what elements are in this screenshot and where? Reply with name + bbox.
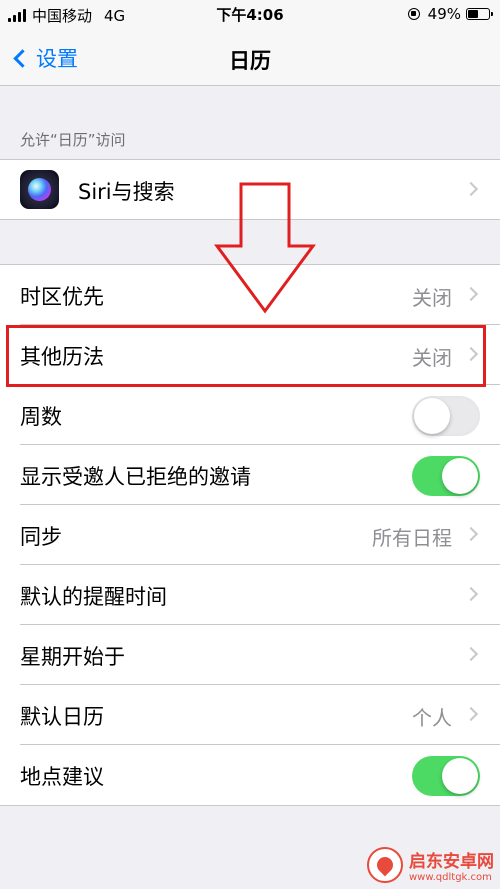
default-calendar-value: 个人	[412, 706, 452, 730]
start-week-on-row[interactable]: 星期开始于	[0, 625, 500, 685]
show-declined-row: 显示受邀人已拒绝的邀请	[0, 445, 500, 505]
battery-icon	[466, 8, 493, 20]
siri-icon	[20, 170, 59, 209]
start-week-on-label: 星期开始于	[20, 645, 125, 669]
battery-level-fill	[468, 10, 478, 18]
chevron-right-icon	[463, 706, 479, 722]
default-calendar-row[interactable]: 默认日历 个人	[0, 685, 500, 745]
watermark-title: 启东安卓网	[409, 852, 494, 872]
location-suggestions-toggle[interactable]	[412, 756, 480, 796]
page-title: 日历	[229, 49, 271, 73]
week-numbers-toggle[interactable]	[412, 396, 480, 436]
chevron-right-icon	[463, 181, 479, 197]
chevron-right-icon	[463, 526, 479, 542]
sync-label: 同步	[20, 525, 62, 549]
battery-percent: 49%	[427, 5, 461, 23]
timezone-override-label: 时区优先	[20, 285, 104, 309]
watermark-url: www.qdltgk.com	[409, 872, 492, 883]
down-arrow-annotation	[214, 182, 316, 314]
chevron-right-icon	[463, 286, 479, 302]
siri-search-label: Siri与搜索	[78, 180, 175, 204]
week-numbers-label: 周数	[20, 405, 62, 429]
timezone-override-value: 关闭	[412, 286, 452, 310]
default-alert-times-row[interactable]: 默认的提醒时间	[0, 565, 500, 625]
show-declined-toggle[interactable]	[412, 456, 480, 496]
watermark: 启东安卓网 www.qdltgk.com	[367, 847, 494, 883]
chevron-right-icon	[463, 646, 479, 662]
orientation-lock-icon	[407, 8, 420, 20]
default-alert-times-label: 默认的提醒时间	[20, 585, 167, 609]
default-calendar-label: 默认日历	[20, 705, 104, 729]
sync-row[interactable]: 同步 所有日程	[0, 505, 500, 565]
navigation-bar: 设置 日历	[0, 30, 500, 86]
sync-value: 所有日程	[372, 526, 452, 550]
chevron-right-icon	[463, 586, 479, 602]
section-header-access: 允许“日历”访问	[20, 131, 126, 149]
status-right: 49%	[407, 5, 493, 23]
week-numbers-row: 周数	[0, 385, 500, 445]
location-suggestions-label: 地点建议	[20, 765, 104, 789]
highlight-box	[6, 325, 486, 387]
show-declined-label: 显示受邀人已拒绝的邀请	[20, 465, 251, 489]
location-suggestions-row: 地点建议	[0, 745, 500, 805]
status-bar: 中国移动 4G 下午4:06 49%	[0, 0, 500, 30]
watermark-logo-icon	[367, 847, 403, 883]
